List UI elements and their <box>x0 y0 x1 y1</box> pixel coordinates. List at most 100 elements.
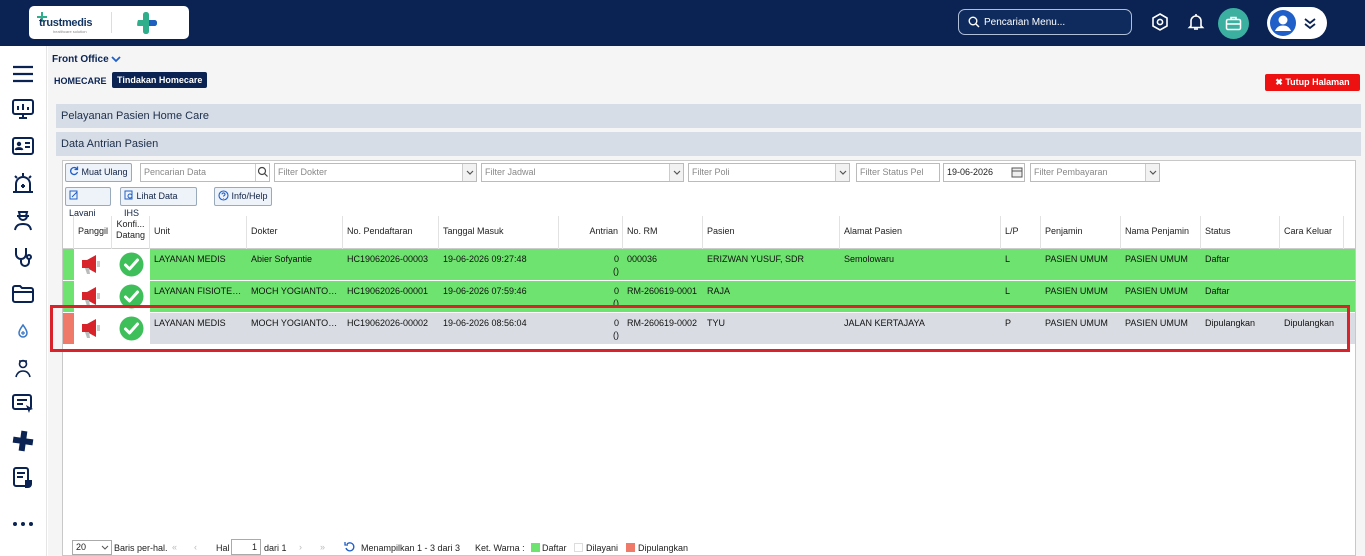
date-filter-input[interactable]: 19-06-2026 <box>943 163 1025 182</box>
cell-alamat <box>840 281 1001 312</box>
menu-search-placeholder: Pencarian Menu... <box>984 17 1066 28</box>
sidebar <box>0 46 47 556</box>
prev-page-icon[interactable]: ‹ <box>194 542 197 552</box>
calendar-icon[interactable] <box>1010 164 1024 181</box>
status-filter-placeholder: Filter Status Pel <box>860 167 924 177</box>
id-card-icon[interactable] <box>11 134 35 158</box>
breadcrumb-homecare[interactable]: HOMECARE <box>54 76 107 86</box>
cell-pasien: ERIZWAN YUSUF, SDR <box>707 254 805 264</box>
cell-pasien: RAJA <box>707 286 731 296</box>
table-row[interactable]: LAYANAN MEDIS Abier Sofyantie HC19062026-0… <box>63 249 1355 280</box>
blood-drop-icon[interactable] <box>11 320 35 344</box>
header-tanggal-masuk[interactable]: Tanggal Masuk <box>439 216 559 249</box>
serve-button[interactable]: Layani <box>65 187 111 218</box>
doctor-filter-select[interactable]: Filter Dokter <box>274 163 477 182</box>
user-menu[interactable] <box>1267 7 1327 39</box>
chevron-down-icon <box>835 164 849 181</box>
header-penjamin[interactable]: Penjamin <box>1041 216 1121 249</box>
header-status[interactable]: Status <box>1201 216 1280 249</box>
header-lp[interactable]: L/P <box>1001 216 1041 249</box>
header-no-rm[interactable]: No. RM <box>623 216 703 249</box>
refresh-icon[interactable] <box>344 541 356 553</box>
header-no-pendaftaran[interactable]: No. Pendaftaran <box>343 216 439 249</box>
first-page-icon[interactable]: « <box>172 542 177 552</box>
search-data-placeholder: Pencarian Data <box>144 167 207 177</box>
payment-filter-select[interactable]: Filter Pembayaran <box>1030 163 1160 182</box>
cell-lp: L <box>1005 254 1011 264</box>
hamburger-menu-icon[interactable] <box>11 62 35 86</box>
header-panggil[interactable]: Panggil <box>74 216 112 249</box>
logo-divider <box>111 12 112 33</box>
status-filter-select[interactable]: Filter Status Pel <box>856 163 940 182</box>
tab-tindakan-homecare[interactable]: Tindakan Homecare <box>112 72 208 88</box>
cell-penjamin: PASIEN UMUM <box>1045 254 1108 264</box>
poli-filter-select[interactable]: Filter Poli <box>688 163 850 182</box>
call-cell <box>74 249 150 280</box>
cell-nama-penjamin: PASIEN UMUM <box>1125 254 1188 264</box>
help-button[interactable]: Info/Help <box>214 187 272 206</box>
invoice-select-icon[interactable] <box>11 392 35 416</box>
refresh-icon <box>70 166 79 176</box>
check-circle-icon[interactable] <box>119 284 144 309</box>
megaphone-icon[interactable] <box>79 317 107 339</box>
legend-daftar: Daftar <box>542 543 567 553</box>
page-size-select[interactable]: 20 <box>72 540 112 555</box>
grid-header: Panggil Konfi... Datang Unit Dokter No. … <box>63 216 1355 249</box>
megaphone-icon[interactable] <box>79 253 107 275</box>
header-cara-keluar[interactable]: Cara Keluar <box>1280 216 1344 249</box>
page-number-input[interactable]: 1 <box>231 539 261 555</box>
module-dropdown[interactable]: Front Office <box>52 54 122 65</box>
help-icon <box>218 190 229 201</box>
table-row[interactable]: LAYANAN FISIOTERAPI MOCH YOGIANTORO HC1906… <box>63 281 1355 312</box>
close-page-button[interactable]: ✖ Tutup Halaman <box>1265 74 1360 91</box>
app-logo[interactable]: trustmedis healthcare solution <box>29 6 189 39</box>
logo-subtitle: healthcare solution <box>53 29 87 34</box>
reload-button[interactable]: Muat Ulang <box>65 163 132 182</box>
view-ihs-button[interactable]: Lihat Data IHS <box>120 187 197 218</box>
header-dokter[interactable]: Dokter <box>247 216 343 249</box>
logo-text: trustmedis <box>39 17 93 29</box>
header-alamat[interactable]: Alamat Pasien <box>840 216 1001 249</box>
plus-cross-icon[interactable] <box>11 429 35 453</box>
megaphone-icon[interactable] <box>79 285 107 307</box>
cell-penjamin: PASIEN UMUM <box>1045 286 1108 296</box>
legend-dipulangkan-swatch <box>626 543 635 552</box>
cell-cara-keluar <box>1280 249 1355 280</box>
document-hand-icon[interactable] <box>11 466 35 490</box>
briefcase-button[interactable] <box>1218 8 1249 39</box>
header-antrian[interactable]: Antrian <box>559 216 623 249</box>
cell-no-rm: RM-260619-0001 <box>627 286 698 296</box>
schedule-filter-select[interactable]: Filter Jadwal <box>481 163 684 182</box>
cell-no-daftar: HC19062026-00002 <box>347 318 429 328</box>
notification-bell-icon[interactable] <box>1187 13 1205 31</box>
cell-alamat: Semolowaru <box>844 254 895 264</box>
more-dots-icon[interactable] <box>11 512 35 536</box>
nurse-icon[interactable] <box>11 208 35 232</box>
header-konfirmasi[interactable]: Konfi... Datang <box>112 216 150 249</box>
legend-dipulangkan: Dipulangkan <box>638 543 689 553</box>
cell-pasien: TYU <box>707 318 725 328</box>
page-of-label: dari 1 <box>264 543 287 553</box>
stethoscope-icon[interactable] <box>11 245 35 269</box>
header-nama-penjamin[interactable]: Nama Penjamin <box>1121 216 1201 249</box>
menu-search-input[interactable]: Pencarian Menu... <box>958 9 1132 35</box>
search-data-input[interactable]: Pencarian Data <box>140 163 270 182</box>
dashboard-board-icon[interactable] <box>11 97 35 121</box>
folder-icon[interactable] <box>11 282 35 306</box>
avatar <box>1270 10 1296 36</box>
header-pasien[interactable]: Pasien <box>703 216 840 249</box>
check-circle-icon[interactable] <box>119 252 144 277</box>
top-bar: trustmedis healthcare solution Pencarian… <box>0 0 1365 46</box>
table-row[interactable]: LAYANAN MEDIS MOCH YOGIANTORO HC19062026-0… <box>63 313 1355 344</box>
settings-icon[interactable] <box>1151 13 1169 31</box>
header-unit[interactable]: Unit <box>150 216 247 249</box>
last-page-icon[interactable]: » <box>320 542 325 552</box>
hospital-alarm-icon[interactable] <box>11 171 35 195</box>
check-circle-icon[interactable] <box>119 316 144 341</box>
cell-no-daftar: HC19062026-00003 <box>347 254 429 264</box>
patient-queue-grid: Muat Ulang Pencarian Data Filter Dokter … <box>62 160 1356 556</box>
row-status-marker <box>63 281 74 312</box>
doctor-icon[interactable] <box>11 356 35 380</box>
next-page-icon[interactable]: › <box>299 542 302 552</box>
search-data-button[interactable] <box>255 164 269 181</box>
